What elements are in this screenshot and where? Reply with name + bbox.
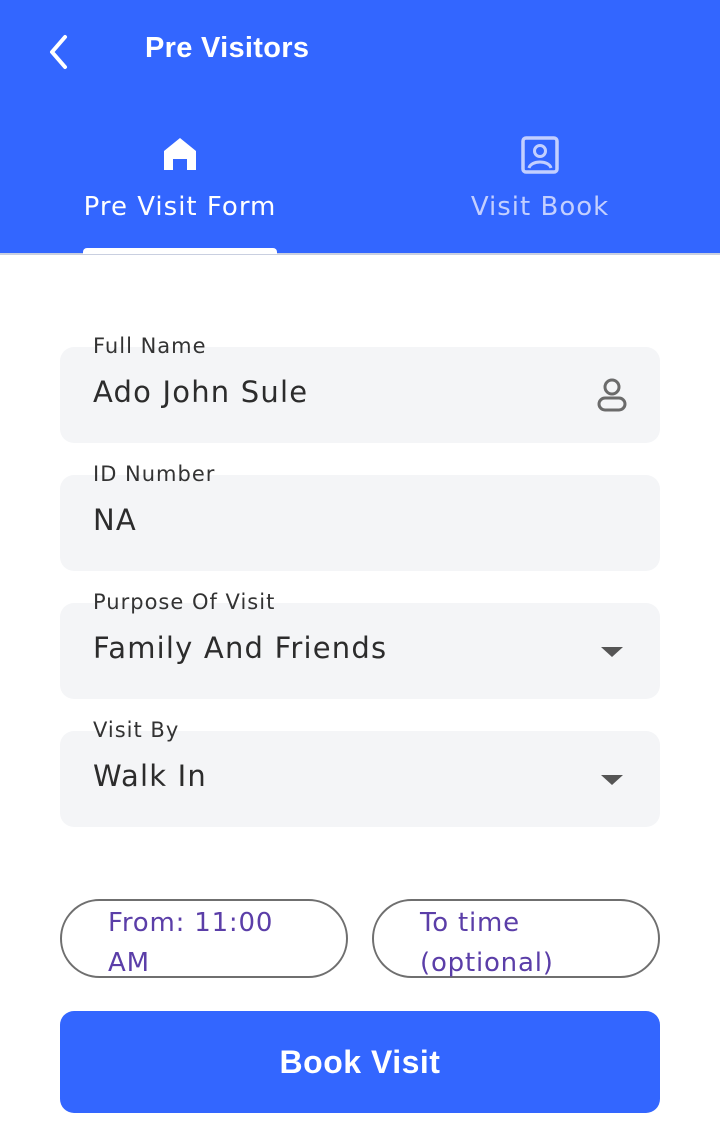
- tab-pre-visit-form[interactable]: Pre Visit Form: [0, 130, 360, 253]
- visit-by-label: Visit By: [93, 718, 180, 742]
- chevron-left-icon: [50, 35, 67, 69]
- contact-book-icon: [521, 136, 559, 174]
- book-visit-label: Book Visit: [279, 1043, 441, 1080]
- id-number-field[interactable]: ID Number NA: [60, 462, 660, 571]
- back-button[interactable]: [36, 30, 80, 74]
- tab-label: Pre Visit Form: [83, 192, 277, 222]
- visit-by-value: Walk In: [93, 759, 207, 793]
- home-icon: [164, 138, 196, 170]
- id-number-label: ID Number: [93, 462, 216, 486]
- purpose-of-visit-select[interactable]: Purpose Of Visit Family And Friends: [60, 590, 660, 699]
- caret-down-icon: [601, 775, 623, 785]
- tab-label: Visit Book: [470, 192, 610, 222]
- visit-by-select[interactable]: Visit By Walk In: [60, 718, 660, 827]
- book-visit-button[interactable]: Book Visit: [60, 1011, 660, 1113]
- tab-visit-book[interactable]: Visit Book: [360, 130, 720, 253]
- to-time-button[interactable]: To time (optional): [372, 899, 660, 978]
- to-time-label: To time (optional): [420, 908, 554, 978]
- active-tab-indicator: [83, 248, 277, 254]
- full-name-value: Ado John Sule: [93, 375, 309, 409]
- from-time-label: From: 11:00 AM: [108, 908, 274, 978]
- from-time-button[interactable]: From: 11:00 AM: [60, 899, 348, 978]
- purpose-value: Family And Friends: [93, 631, 388, 665]
- full-name-field[interactable]: Full Name Ado John Sule: [60, 334, 660, 443]
- full-name-label: Full Name: [93, 334, 207, 358]
- purpose-label: Purpose Of Visit: [93, 590, 276, 614]
- caret-down-icon: [601, 647, 623, 657]
- id-number-value: NA: [93, 503, 137, 537]
- person-icon: [597, 378, 627, 412]
- page-title: Pre Visitors: [145, 32, 310, 64]
